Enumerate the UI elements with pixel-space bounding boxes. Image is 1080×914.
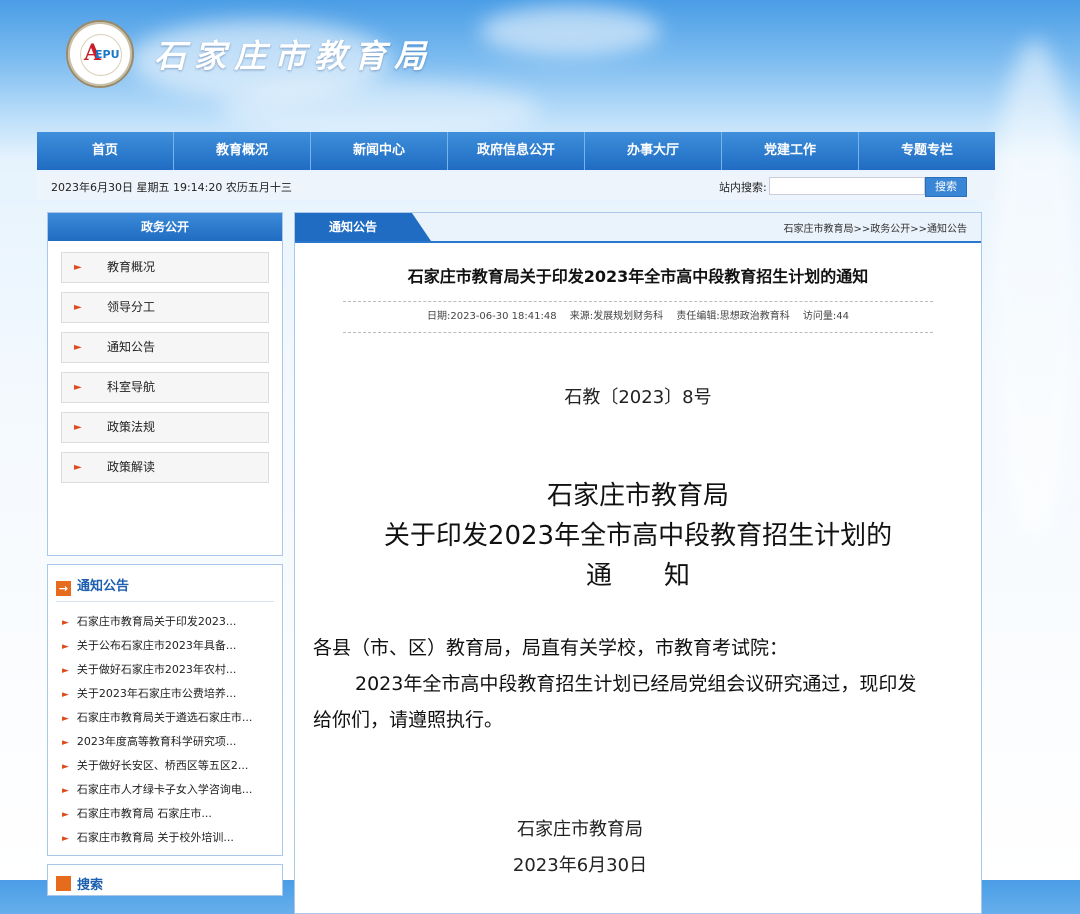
gov-affairs-panel: 政务公开 ► 教育概况 ► 领导分工 ► 通知公告 ► 科室导航 ► 政策法规 ► 政策解读 — [47, 212, 283, 556]
nav-news-center[interactable]: 新闻中心 — [311, 132, 448, 170]
notice-panel: → 通知公告 ► 石家庄市教育局关于印发2023... ► 关于公布石家庄市2023年… — [47, 564, 283, 856]
article-title: 石家庄市教育局关于印发2023年全市高中段教育招生计划的通知 — [407, 267, 869, 286]
arrow-icon: ► — [62, 690, 69, 700]
notice-link[interactable]: ► 石家庄市人才绿卡子女入学咨询电... — [62, 781, 252, 797]
sidebar-item-label: 科室导航 — [107, 380, 156, 394]
current-datetime: 2023年6月30日 星期五 19:14:20 农历五月十三 — [51, 181, 292, 194]
arrow-icon: ► — [74, 422, 82, 433]
info-bar: 2023年6月30日 星期五 19:14:20 农历五月十三 站内搜索: 搜索 — [37, 172, 995, 200]
search-panel-label: 搜索 — [77, 878, 104, 893]
sidebar-item-leadership[interactable]: ► 领导分工 — [61, 292, 269, 323]
arrow-icon: ► — [74, 382, 82, 393]
arrow-box-icon — [56, 876, 71, 891]
arrow-box-icon: → — [56, 581, 71, 596]
notice-link[interactable]: ► 石家庄市教育局 石家庄市... — [62, 805, 212, 821]
sidebar-item-education-overview[interactable]: ► 教育概况 — [61, 252, 269, 283]
arrow-icon: ► — [62, 762, 69, 772]
search-panel-title: 搜索 — [56, 874, 103, 893]
sidebar-item-label: 教育概况 — [107, 260, 156, 274]
search-panel: 搜索 — [47, 864, 283, 896]
nav-home[interactable]: 首页 — [37, 132, 174, 170]
article-panel-header: 通知公告 石家庄市教育局>>政务公开>>通知公告 — [295, 213, 981, 243]
site-search-label: 站内搜索: — [719, 181, 767, 194]
nav-service-hall[interactable]: 办事大厅 — [585, 132, 722, 170]
sidebar-item-label: 政策法规 — [107, 420, 156, 434]
meta-source: 来源:发展规划财务科 — [569, 311, 664, 322]
arrow-icon: ► — [62, 642, 69, 652]
arrow-icon: ► — [62, 810, 69, 820]
site-search-input[interactable] — [769, 177, 925, 195]
sidebar-item-label: 领导分工 — [107, 300, 156, 314]
main-nav: 首页 教育概况 新闻中心 政府信息公开 办事大厅 党建工作 专题专栏 — [37, 132, 995, 170]
notice-link[interactable]: ► 关于做好石家庄市2023年农村... — [62, 661, 236, 677]
tab-notices[interactable]: 通知公告 — [295, 213, 431, 241]
arrow-icon: ► — [62, 738, 69, 748]
doc-heading-line1: 石家庄市教育局 — [546, 481, 729, 511]
notice-link[interactable]: ► 石家庄市教育局关于印发2023... — [62, 613, 236, 629]
site-header: A EPU 石家庄市教育局 — [66, 20, 434, 88]
sky-cloud — [990, 40, 1080, 540]
doc-signature: 石家庄市教育局 — [517, 819, 643, 840]
article-panel: 通知公告 石家庄市教育局>>政务公开>>通知公告 石家庄市教育局关于印发2023… — [294, 212, 982, 914]
notice-panel-title: → 通知公告 — [56, 575, 129, 596]
meta-editor: 责任编辑:思想政治教育科 — [676, 311, 790, 322]
arrow-icon: ► — [74, 462, 82, 473]
notice-link-text: 关于公布石家庄市2023年具备... — [76, 639, 237, 652]
notice-link-text: 石家庄市人才绿卡子女入学咨询电... — [76, 783, 253, 796]
notice-link[interactable]: ► 石家庄市教育局 关于校外培训... — [62, 829, 234, 845]
sky-cloud — [220, 80, 540, 140]
site-title: 石家庄市教育局 — [154, 37, 435, 75]
notice-panel-label: 通知公告 — [77, 579, 130, 594]
doc-paragraph-line1: 2023年全市高中段教育招生计划已经局党组会议研究通过，现印发 — [355, 673, 917, 695]
sky-cloud — [480, 6, 660, 56]
sidebar-item-label: 通知公告 — [107, 340, 156, 354]
notice-link[interactable]: ► 关于做好长安区、桥西区等五区2... — [62, 757, 248, 773]
notice-link-text: 石家庄市教育局关于遴选石家庄市... — [76, 711, 253, 724]
arrow-icon: ► — [62, 786, 69, 796]
article-meta: 日期:2023-06-30 18:41:48 来源:发展规划财务科 责任编辑:思… — [343, 301, 933, 333]
notice-link-text: 石家庄市教育局关于印发2023... — [76, 615, 237, 628]
sidebar-item-regulations[interactable]: ► 政策法规 — [61, 412, 269, 443]
doc-heading-line3: 通 知 — [585, 561, 690, 591]
search-button[interactable]: 搜索 — [925, 177, 967, 197]
notice-link-text: 石家庄市教育局 关于校外培训... — [76, 831, 234, 844]
notice-link[interactable]: ► 关于公布石家庄市2023年具备... — [62, 637, 236, 653]
gov-affairs-title: 政务公开 — [48, 213, 282, 241]
sidebar-item-policy-interpretation[interactable]: ► 政策解读 — [61, 452, 269, 483]
arrow-icon: ► — [74, 262, 82, 273]
arrow-icon: ► — [62, 618, 69, 628]
notice-link[interactable]: ► 石家庄市教育局关于遴选石家庄市... — [62, 709, 252, 725]
doc-heading-line2: 关于印发2023年全市高中段教育招生计划的 — [383, 521, 893, 551]
bureau-emblem-logo[interactable]: A EPU — [66, 20, 134, 88]
document-number: 石教〔2023〕8号 — [564, 387, 712, 408]
meta-date: 日期:2023-06-30 18:41:48 — [427, 311, 557, 322]
arrow-icon: ► — [62, 714, 69, 724]
doc-paragraph-line2: 给你们，请遵照执行。 — [313, 709, 504, 731]
notice-link-text: 石家庄市教育局 石家庄市... — [76, 807, 212, 820]
nav-education-overview[interactable]: 教育概况 — [174, 132, 311, 170]
notice-link-text: 关于做好长安区、桥西区等五区2... — [76, 759, 249, 772]
notice-link-text: 2023年度高等教育科学研究项... — [76, 735, 237, 748]
notice-link[interactable]: ► 关于2023年石家庄市公费培养... — [62, 685, 236, 701]
nav-gov-info[interactable]: 政府信息公开 — [448, 132, 585, 170]
doc-sign-date: 2023年6月30日 — [512, 855, 648, 876]
meta-visits: 访问量:44 — [802, 311, 849, 322]
notice-link-text: 关于做好石家庄市2023年农村... — [76, 663, 237, 676]
breadcrumb[interactable]: 石家庄市教育局>>政务公开>>通知公告 — [783, 220, 967, 235]
doc-salutation: 各县（市、区）教育局，局直有关学校，市教育考试院： — [313, 637, 789, 659]
notice-link-text: 关于2023年石家庄市公费培养... — [76, 687, 237, 700]
sidebar-item-label: 政策解读 — [107, 460, 156, 474]
nav-special-topics[interactable]: 专题专栏 — [859, 132, 995, 170]
arrow-icon: ► — [74, 342, 82, 353]
arrow-icon: ► — [74, 302, 82, 313]
sidebar-item-departments[interactable]: ► 科室导航 — [61, 372, 269, 403]
notice-link[interactable]: ► 2023年度高等教育科学研究项... — [62, 733, 236, 749]
sidebar-item-notices[interactable]: ► 通知公告 — [61, 332, 269, 363]
arrow-icon: ► — [62, 834, 69, 844]
arrow-icon: ► — [62, 666, 69, 676]
nav-party-building[interactable]: 党建工作 — [722, 132, 859, 170]
